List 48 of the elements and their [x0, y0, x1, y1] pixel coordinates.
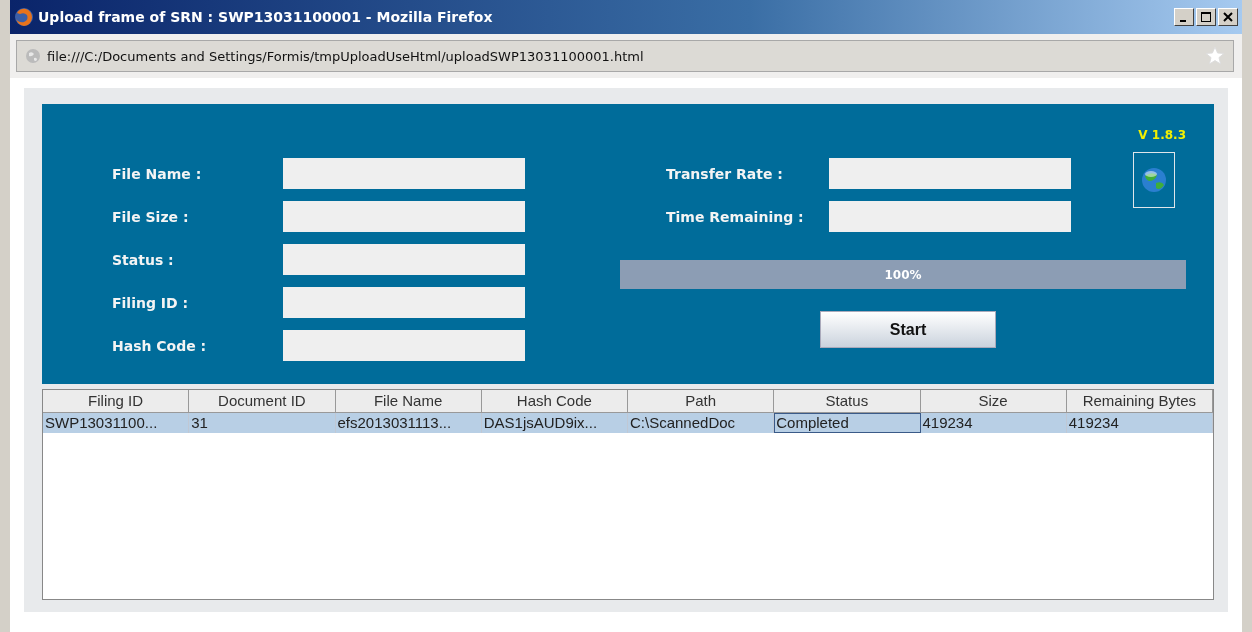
minimize-button[interactable] [1174, 8, 1194, 26]
column-header[interactable]: Status [774, 390, 921, 413]
close-icon [1223, 12, 1233, 22]
field-label: File Name : [112, 165, 203, 182]
start-button[interactable]: Start [820, 311, 996, 348]
globe-button[interactable] [1133, 152, 1176, 208]
table-cell: DAS1jsAUD9ix... [481, 413, 628, 433]
field-label: Time Remaining : [666, 208, 805, 225]
globe-icon [1141, 167, 1168, 193]
url-text: file:///C:/Documents and Settings/Formis/tmpUploadUseHtml/uploadSWP13031100001.html [47, 48, 644, 64]
column-header[interactable]: Filing ID [43, 390, 190, 413]
field-label: Status : [112, 251, 175, 268]
table-cell: Completed [774, 413, 921, 433]
table-cell: SWP13031100... [43, 413, 190, 433]
table-cell: 419234 [920, 413, 1067, 433]
field-label: Hash Code : [112, 337, 208, 354]
table-cell: C:\ScannedDoc [628, 413, 775, 433]
table-cell: efs2013031113... [335, 413, 482, 433]
browser-logo-icon [14, 7, 34, 27]
column-header[interactable]: Size [920, 390, 1067, 413]
input-field[interactable] [283, 287, 525, 318]
close-button[interactable] [1218, 8, 1238, 26]
input-field[interactable] [283, 244, 525, 275]
version-text: V 1.8.3 [1138, 128, 1186, 142]
maximize-button[interactable] [1196, 8, 1216, 26]
field-label: Filing ID : [112, 294, 190, 311]
input-field[interactable] [283, 158, 525, 189]
progress-text: 100% [883, 266, 923, 284]
star-icon[interactable] [1205, 46, 1225, 66]
column-header[interactable]: Path [628, 390, 775, 413]
globe-icon [25, 48, 41, 64]
minimize-icon [1179, 19, 1186, 22]
input-field[interactable] [283, 330, 525, 361]
field-label: Transfer Rate : [666, 165, 784, 182]
window-title: Upload frame of SRN : SWP13031100001 - Mozilla Firefox [38, 9, 493, 25]
address-bar[interactable]: file:///C:/Documents and Settings/Formis/tmpUploadUseHtml/uploadSWP13031100001.html [16, 40, 1234, 72]
column-header[interactable]: File Name [335, 390, 482, 413]
table-cell: 419234 [1066, 413, 1213, 433]
input-field[interactable] [829, 158, 1071, 189]
field-label: File Size : [112, 208, 190, 225]
input-field[interactable] [283, 201, 525, 232]
input-field[interactable] [829, 201, 1071, 232]
column-header[interactable]: Remaining Bytes [1066, 390, 1213, 413]
table-row[interactable]: SWP13031100... 31 efs2013031113... DAS1jsAUD9ix... C:\ScannedDoc Completed 419234 419234 [43, 413, 1213, 433]
column-header[interactable]: Hash Code [481, 390, 628, 413]
table-cell: 31 [189, 413, 336, 433]
maximize-icon [1201, 12, 1211, 22]
column-header[interactable]: Document ID [189, 390, 336, 413]
